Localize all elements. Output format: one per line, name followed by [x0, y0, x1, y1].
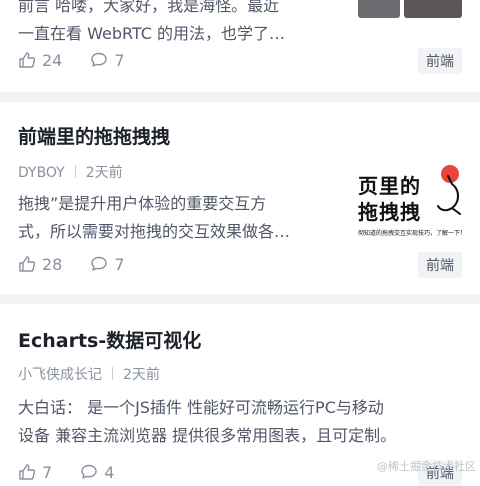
meta-divider — [112, 367, 113, 380]
like-count: 7 — [42, 462, 53, 482]
article-stats: 24 7 — [18, 48, 153, 72]
like-count: 24 — [42, 50, 63, 70]
thumbs-up-icon — [19, 256, 36, 272]
comment-button[interactable]: 4 — [80, 463, 114, 482]
article-card[interactable]: 前言 哈喽，大家好，我是海怪。最近 一直在看 WebRTC 的用法，也学了… 2… — [0, 0, 480, 92]
like-count: 28 — [42, 254, 63, 274]
comment-bubble-icon — [91, 52, 108, 67]
comment-count: 7 — [114, 254, 125, 274]
author-name[interactable]: DYBOY — [18, 165, 65, 181]
cover-text-line1: 页里的 — [358, 174, 421, 198]
card-divider — [0, 294, 480, 304]
article-thumbnail — [358, 0, 462, 18]
cover-text-line2: 拖拽拽 — [358, 200, 421, 224]
comment-count: 4 — [104, 462, 115, 482]
article-meta: 小飞侠成长记 2天前 — [18, 364, 160, 384]
tag-frontend[interactable]: 前端 — [418, 48, 462, 74]
article-excerpt: 前言 哈喽，大家好，我是海怪。最近 一直在看 WebRTC 的用法，也学了… — [18, 0, 286, 43]
tag-frontend[interactable]: 前端 — [418, 252, 462, 278]
article-title[interactable]: Echarts-数据可视化 — [18, 326, 201, 353]
article-title[interactable]: 前端里的拖拖拽拽 — [18, 122, 170, 149]
cover-caption: 彻知道的拖拽交互实现技巧，了解一下！ — [358, 230, 467, 237]
author-name[interactable]: 小飞侠成长记 — [18, 367, 102, 383]
pointer-figure-icon — [437, 165, 461, 215]
card-divider — [0, 92, 480, 102]
article-meta: DYBOY 2天前 — [18, 162, 123, 182]
watermark: @稀土掘金技术社区 — [377, 460, 476, 473]
comment-bubble-icon — [91, 256, 108, 271]
meta-divider — [74, 165, 76, 178]
thumbs-up-icon — [19, 464, 36, 480]
publish-time: 2天前 — [85, 165, 123, 181]
article-excerpt: 大白话： 是一个JS插件 性能好可流畅运行PC与移动 设备 兼容主流浏览器 提供… — [18, 398, 397, 445]
article-card[interactable]: Echarts-数据可视化 小飞侠成长记 2天前 大白话： 是一个JS插件 性能好… — [0, 304, 480, 486]
like-button[interactable]: 7 — [18, 463, 52, 482]
article-stats: 28 7 — [18, 252, 153, 276]
comment-button[interactable]: 7 — [90, 50, 125, 70]
article-card[interactable]: 前端里的拖拖拽拽 DYBOY 2天前 拖拽”是提升用户体验的重要交互方 式，所以需… — [0, 102, 480, 294]
article-stats: 7 4 — [18, 460, 142, 484]
comment-count: 7 — [114, 50, 125, 70]
publish-time: 2天前 — [123, 367, 160, 383]
thumbs-up-icon — [19, 52, 36, 68]
like-button[interactable]: 24 — [18, 51, 62, 70]
like-button[interactable]: 28 — [18, 255, 62, 274]
comment-button[interactable]: 7 — [90, 254, 125, 274]
article-cover-image: 页里的 拖拽拽 彻知道的拖拽交互实现技巧，了解一下！ — [348, 158, 466, 244]
article-excerpt: 拖拽”是提升用户体验的重要交互方 式，所以需要对拖拽的交互效果做各… — [18, 194, 291, 241]
comment-bubble-icon — [81, 464, 97, 479]
